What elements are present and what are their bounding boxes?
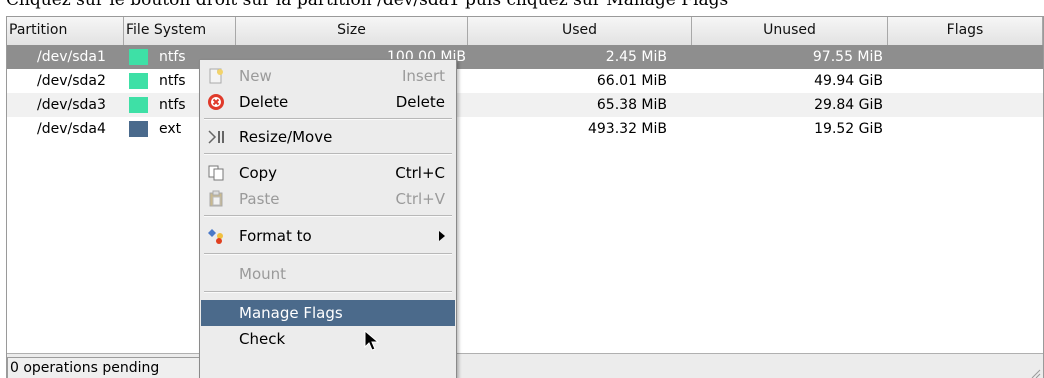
- menu-item-mount[interactable]: Mount: [201, 261, 455, 287]
- paste-icon: [209, 190, 223, 207]
- fs-color-swatch: [129, 49, 148, 65]
- status-text: 0 operations pending: [7, 357, 201, 378]
- used: 2.45 MiB: [605, 49, 667, 65]
- resize-grip-icon[interactable]: [1029, 367, 1041, 378]
- fs-color-swatch: [129, 121, 148, 137]
- context-menu: New Insert Delete Delete Resize/Move Cop…: [199, 59, 457, 378]
- menu-separator: [204, 215, 452, 217]
- gparted-window: Partition File System Size Used Unused F…: [6, 16, 1044, 378]
- instruction-caption: Cliquez sur le bouton droit sur la parti…: [6, 0, 729, 10]
- fs-color-swatch: [129, 97, 148, 113]
- file-system: ntfs: [159, 73, 186, 89]
- unused: 19.52 GiB: [814, 121, 883, 137]
- format-icon: [208, 229, 223, 244]
- unused: 29.84 GiB: [814, 97, 883, 113]
- column-header-used[interactable]: Used: [468, 17, 692, 45]
- used: 493.32 MiB: [587, 121, 667, 137]
- table-row[interactable]: /dev/sda3 ntfs 65.38 MiB 29.84 GiB: [7, 93, 1043, 117]
- menu-separator: [204, 118, 452, 120]
- partition-name: /dev/sda4: [37, 121, 106, 137]
- column-header-file-system[interactable]: File System: [124, 17, 236, 45]
- used: 66.01 MiB: [596, 73, 667, 89]
- partition-name: /dev/sda1: [37, 49, 106, 65]
- menu-item-new[interactable]: New Insert: [201, 63, 455, 89]
- file-system: ntfs: [159, 97, 186, 113]
- unused: 97.55 MiB: [812, 49, 883, 65]
- used: 65.38 MiB: [596, 97, 667, 113]
- menu-item-resize-move[interactable]: Resize/Move: [201, 124, 455, 150]
- file-system: ntfs: [159, 49, 186, 65]
- column-header-partition[interactable]: Partition: [7, 17, 124, 45]
- menu-item-format-to[interactable]: Format to: [201, 223, 455, 249]
- partition-name: /dev/sda3: [37, 97, 106, 113]
- table-row[interactable]: /dev/sda1 ntfs 100.00 MiB 2.45 MiB 97.55…: [7, 45, 1043, 69]
- status-bar: 0 operations pending: [7, 353, 1043, 378]
- menu-item-paste[interactable]: Paste Ctrl+V: [201, 186, 455, 212]
- table-rows: /dev/sda1 ntfs 100.00 MiB 2.45 MiB 97.55…: [7, 45, 1043, 141]
- fs-color-swatch: [129, 73, 148, 89]
- table-header: Partition File System Size Used Unused F…: [7, 17, 1043, 45]
- menu-separator: [204, 253, 452, 255]
- resize-icon: [208, 130, 224, 144]
- delete-icon: [208, 94, 224, 110]
- menu-item-check[interactable]: Check: [201, 326, 455, 352]
- table-row[interactable]: /dev/sda2 ntfs 66.01 MiB 49.94 GiB: [7, 69, 1043, 93]
- file-system: ext: [159, 121, 182, 137]
- menu-separator: [204, 153, 452, 155]
- menu-separator: [204, 291, 452, 293]
- menu-item-copy[interactable]: Copy Ctrl+C: [201, 160, 455, 186]
- menu-item-delete[interactable]: Delete Delete: [201, 89, 455, 115]
- column-header-size[interactable]: Size: [236, 17, 468, 45]
- copy-icon: [208, 165, 224, 181]
- column-header-unused[interactable]: Unused: [692, 17, 888, 45]
- submenu-arrow-icon: [439, 231, 445, 241]
- new-icon: [209, 68, 223, 84]
- partition-name: /dev/sda2: [37, 73, 106, 89]
- mouse-pointer-icon: [364, 330, 380, 351]
- menu-item-manage-flags[interactable]: Manage Flags: [201, 300, 455, 326]
- unused: 49.94 GiB: [814, 73, 883, 89]
- column-header-flags[interactable]: Flags: [888, 17, 1043, 45]
- partition-table[interactable]: Partition File System Size Used Unused F…: [7, 17, 1043, 353]
- table-row[interactable]: /dev/sda4 ext 493.32 MiB 19.52 GiB: [7, 117, 1043, 141]
